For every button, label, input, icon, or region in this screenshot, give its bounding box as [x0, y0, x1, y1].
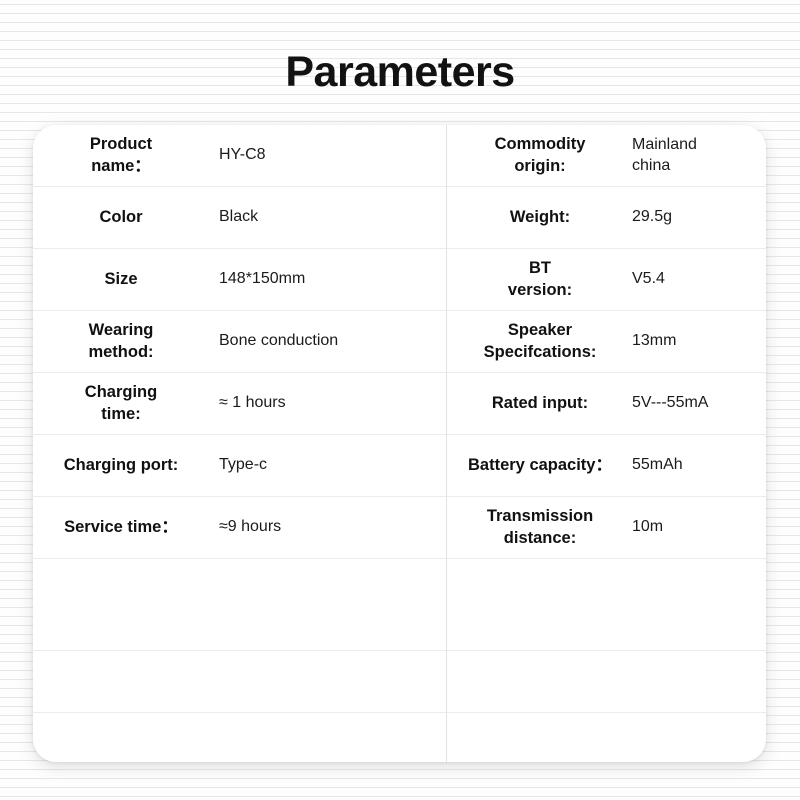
table-row: Wearing method: Bone conduction — [33, 311, 446, 373]
row-label: Rated input: — [491, 393, 589, 412]
table-row-empty — [33, 713, 446, 762]
table-row: Charging port: Type-c — [33, 435, 446, 497]
row-label: Charging port: — [63, 455, 179, 474]
row-label: Transmission distance: — [486, 507, 594, 547]
row-label: Charging time: — [84, 383, 158, 423]
table-row: Commodity origin: Mainland china — [447, 125, 766, 187]
table-row-empty — [33, 651, 446, 713]
row-label: Speaker Specifcations: — [483, 321, 597, 361]
parameters-page: Parameters Product name： HY-C8 Color Bla… — [0, 0, 800, 800]
table-row-empty — [447, 559, 766, 651]
parameters-column-left: Product name： HY-C8 Color Black Size 148… — [33, 125, 446, 762]
table-row-empty — [33, 559, 446, 651]
table-row: Product name： HY-C8 — [33, 125, 446, 187]
row-value: Mainland china — [632, 136, 697, 174]
parameters-table: Product name： HY-C8 Color Black Size 148… — [33, 125, 766, 762]
row-value: Bone conduction — [219, 332, 339, 350]
row-value: 29.5g — [632, 208, 673, 226]
table-row-empty — [447, 651, 766, 713]
table-row: Color Black — [33, 187, 446, 249]
row-label: Commodity origin: — [494, 135, 586, 175]
table-row: Weight: 29.5g — [447, 187, 766, 249]
row-value: V5.4 — [632, 270, 665, 288]
table-row: Size 148*150mm — [33, 249, 446, 311]
table-row-empty — [447, 713, 766, 762]
row-label: Weight: — [509, 207, 571, 226]
table-row: Battery capacity： 55mAh — [447, 435, 766, 497]
parameters-column-right: Commodity origin: Mainland china Weight:… — [446, 125, 766, 762]
row-value: Black — [219, 208, 259, 226]
row-value: 55mAh — [632, 456, 683, 474]
table-row: Transmission distance: 10m — [447, 497, 766, 559]
row-label: Size — [104, 269, 138, 288]
row-value: HY-C8 — [219, 146, 266, 164]
table-row: Service time： ≈9 hours — [33, 497, 446, 559]
table-row: Charging time: ≈ 1 hours — [33, 373, 446, 435]
parameters-card: Product name： HY-C8 Color Black Size 148… — [33, 125, 766, 762]
row-value: ≈9 hours — [219, 518, 282, 536]
row-label: Battery capacity： — [468, 455, 612, 474]
row-label: Service time： — [64, 517, 178, 536]
row-value: ≈ 1 hours — [219, 394, 286, 412]
row-label: Product name： — [89, 135, 153, 175]
row-value: 13mm — [632, 332, 677, 350]
row-value: 148*150mm — [219, 270, 306, 288]
page-title: Parameters — [285, 48, 515, 96]
row-label: Color — [99, 207, 143, 226]
row-label: Wearing method: — [88, 321, 154, 361]
row-value: 10m — [632, 518, 664, 536]
table-row: BT version: V5.4 — [447, 249, 766, 311]
row-value: 5V---55mA — [632, 394, 709, 412]
row-label: BT version: — [507, 259, 573, 299]
row-value: Type-c — [219, 456, 268, 474]
table-row: Speaker Specifcations: 13mm — [447, 311, 766, 373]
table-row: Rated input: 5V---55mA — [447, 373, 766, 435]
